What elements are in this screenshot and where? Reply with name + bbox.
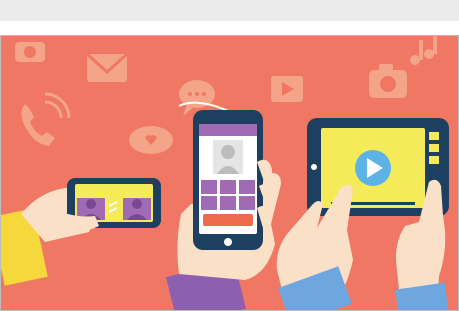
illustration-frame — [0, 35, 459, 311]
portrait-phone — [193, 110, 263, 250]
header-bar — [0, 0, 459, 21]
mail-icon — [85, 52, 129, 82]
play-icon — [271, 76, 303, 102]
social-devices-illustration — [1, 36, 458, 310]
heart-cloud-icon — [129, 126, 173, 154]
camera-icon — [15, 42, 45, 62]
